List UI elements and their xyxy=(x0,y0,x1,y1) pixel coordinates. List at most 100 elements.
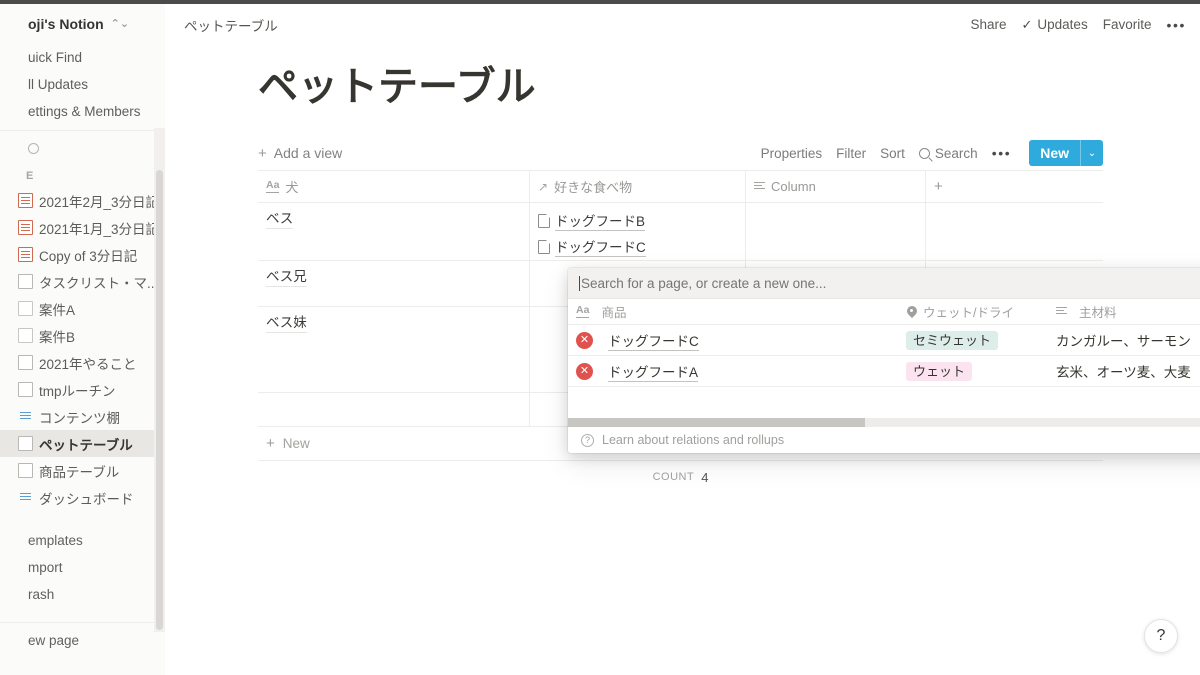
column-header-dog[interactable]: Aa 犬 xyxy=(258,171,530,203)
help-button[interactable]: ? xyxy=(1144,619,1178,653)
more-horizontal-icon[interactable]: ••• xyxy=(1166,17,1186,33)
grid-icon xyxy=(18,463,33,478)
topbar-actions: Share ✓ Updates Favorite ••• xyxy=(970,17,1186,33)
modal-result-name-cell[interactable]: ✕ ドッグフードC xyxy=(576,330,906,351)
share-label: Share xyxy=(970,17,1006,32)
updates-button[interactable]: ✓ Updates xyxy=(1022,17,1088,33)
sidebar-page-2021-todo[interactable]: 2021年やること xyxy=(0,349,165,376)
sidebar-item-import[interactable]: mport xyxy=(0,554,165,581)
cell-dog-name[interactable]: ベス兄 xyxy=(258,261,530,306)
modal-search-input[interactable] xyxy=(581,276,1011,291)
sidebar-item-quick-find[interactable]: uick Find xyxy=(0,44,165,71)
modal-result-name: ドッグフードA xyxy=(608,361,698,382)
relation-chip[interactable]: ドッグフードC xyxy=(538,236,737,257)
modal-search-input-wrap[interactable] xyxy=(579,276,1200,291)
new-row-label: New xyxy=(283,436,310,451)
modal-scrollbar-thumb[interactable] xyxy=(568,418,865,427)
sidebar-new-page-button[interactable]: ew page xyxy=(0,623,165,657)
sidebar-page-tmp-routine[interactable]: tmpルーチン xyxy=(0,376,165,403)
add-a-view-button[interactable]: + Add a view xyxy=(258,145,342,161)
modal-result-row[interactable]: ✕ ドッグフードA ウェット 玄米、オーツ麦、大麦 ¥3,000 xyxy=(568,356,1200,387)
filter-button[interactable]: Filter xyxy=(836,146,866,161)
sidebar-section-label: E xyxy=(0,165,165,187)
modal-column-header-ingredients[interactable]: 主材料 xyxy=(1056,302,1200,321)
sidebar-page-product-table[interactable]: 商品テーブル xyxy=(0,457,165,484)
page-topbar: ペットテーブル Share ✓ Updates Favorite ••• xyxy=(165,4,1200,45)
table-row[interactable]: ベス ドッグフードB ドッグフードC xyxy=(258,203,1103,261)
sidebar-page-case-a[interactable]: 案件A xyxy=(0,295,165,322)
sidebar-item-settings-members[interactable]: ettings & Members xyxy=(0,98,165,125)
search-button[interactable]: Search xyxy=(919,146,978,161)
remove-circle-icon[interactable]: ✕ xyxy=(576,332,593,349)
cell-favorite-food[interactable]: ドッグフードB ドッグフードC xyxy=(530,203,746,260)
modal-footer[interactable]: ? Learn about relations and rollups xyxy=(568,426,1200,453)
grid-icon xyxy=(18,274,33,289)
text-cursor-icon xyxy=(579,276,580,291)
cell-column[interactable] xyxy=(746,203,926,260)
sidebar-page-2021-01-diary[interactable]: 2021年1月_3分日記 xyxy=(0,214,165,241)
more-horizontal-icon[interactable]: ••• xyxy=(992,145,1012,161)
sidebar-page-tasklist[interactable]: タスクリスト・マ... xyxy=(0,268,165,295)
sidebar-item-label: 2021年2月_3分日記 xyxy=(39,191,159,211)
sort-button[interactable]: Sort xyxy=(880,146,905,161)
cell-dog-name[interactable]: ベス xyxy=(258,203,530,260)
circle-icon xyxy=(28,143,39,154)
modal-column-label: 主材料 xyxy=(1079,302,1117,321)
plus-icon: + xyxy=(266,436,275,451)
table-count-footer[interactable]: COUNT 4 xyxy=(258,461,1103,493)
modal-result-row[interactable]: ✕ ドッグフードC セミウェット カンガルー、サーモン ¥2,000 xyxy=(568,325,1200,356)
sidebar-page-dashboard[interactable]: ダッシュボード xyxy=(0,484,165,511)
remove-circle-icon[interactable]: ✕ xyxy=(576,363,593,380)
favorite-button[interactable]: Favorite xyxy=(1103,17,1152,32)
add-column-button[interactable]: + xyxy=(926,171,1103,203)
relation-chip[interactable]: ドッグフードB xyxy=(538,210,737,231)
search-icon xyxy=(919,148,930,159)
modal-column-label: 商品 xyxy=(601,302,626,321)
cell-dog-name[interactable] xyxy=(258,393,530,426)
plus-icon: + xyxy=(934,179,943,194)
sidebar-scrollbar-thumb[interactable] xyxy=(156,170,163,630)
properties-button[interactable]: Properties xyxy=(761,146,823,161)
cell-text: ベス xyxy=(266,210,293,229)
sidebar-page-case-b[interactable]: 案件B xyxy=(0,322,165,349)
grid-icon xyxy=(18,409,33,424)
notion-app-window: oji's Notion ⌃⌄ uick Find ll Updates ett… xyxy=(0,0,1200,675)
modal-footer-link[interactable]: Learn about relations and rollups xyxy=(602,433,784,447)
page-title[interactable]: ペットテーブル xyxy=(258,64,1200,110)
modal-search-bar[interactable]: In 商品テーブル xyxy=(568,268,1200,299)
share-button[interactable]: Share xyxy=(970,17,1006,32)
sidebar-item-label: ペットテーブル xyxy=(39,434,133,454)
breadcrumb[interactable]: ペットテーブル xyxy=(184,15,278,35)
workspace-switcher[interactable]: oji's Notion ⌃⌄ xyxy=(0,4,165,44)
modal-column-header-wet-dry[interactable]: ウェット/ドライ xyxy=(906,302,1056,321)
modal-horizontal-scrollbar[interactable] xyxy=(568,418,1200,426)
column-header-column[interactable]: Column xyxy=(746,171,926,203)
page-icon xyxy=(538,240,550,254)
status-badge: ウェット xyxy=(906,362,972,381)
sidebar-page-pet-table[interactable]: ペットテーブル xyxy=(0,430,165,457)
sidebar-page-content-shelf[interactable]: コンテンツ棚 xyxy=(0,403,165,430)
new-button-label: New xyxy=(1029,140,1080,166)
relation-label: ドッグフードB xyxy=(555,210,645,231)
question-circle-icon: ? xyxy=(581,434,594,447)
updates-label: Updates xyxy=(1037,17,1087,32)
modal-result-name-cell[interactable]: ✕ ドッグフードA xyxy=(576,361,906,382)
chevron-down-icon[interactable]: ⌄ xyxy=(1081,140,1103,166)
sidebar-item-all-updates[interactable]: ll Updates xyxy=(0,71,165,98)
sidebar-page-copy-of-diary[interactable]: Copy of 3分日記 xyxy=(0,241,165,268)
cell-dog-name[interactable]: ベス妹 xyxy=(258,307,530,392)
doc-icon xyxy=(18,328,33,343)
cell-text: ベス妹 xyxy=(266,314,307,333)
table-header-row: Aa 犬 ↗ 好きな食べ物 Column + xyxy=(258,171,1103,203)
new-row-button[interactable]: New ⌄ xyxy=(1029,140,1103,166)
sidebar-item-templates[interactable]: emplates xyxy=(0,527,165,554)
modal-column-header-product[interactable]: Aa 商品 xyxy=(576,302,906,321)
sidebar-item-label: ew page xyxy=(28,633,79,648)
modal-result-list: ✕ ドッグフードC セミウェット カンガルー、サーモン ¥2,000 xyxy=(568,325,1200,418)
sidebar-item-trash[interactable]: rash xyxy=(0,581,165,608)
grid-icon xyxy=(18,436,33,451)
sidebar-item-label: mport xyxy=(28,560,63,575)
column-header-favorite-food[interactable]: ↗ 好きな食べ物 xyxy=(530,171,746,203)
page-icon xyxy=(538,214,550,228)
sidebar-page-2021-02-diary[interactable]: 2021年2月_3分日記 xyxy=(0,187,165,214)
